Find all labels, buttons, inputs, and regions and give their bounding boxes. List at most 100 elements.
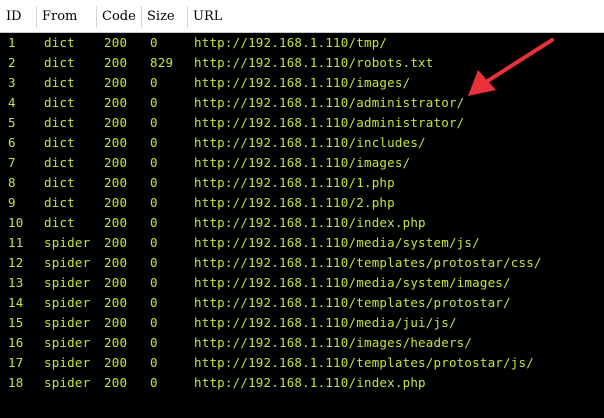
cell-code: 200	[104, 335, 128, 350]
table-header: ID From Code Size URL	[0, 0, 604, 33]
column-header-id[interactable]: ID	[0, 0, 36, 32]
column-header-url[interactable]: URL	[187, 0, 604, 32]
cell-size: 0	[150, 295, 158, 310]
cell-from: dict	[44, 155, 75, 170]
cell-url: http://192.168.1.110/index.php	[194, 215, 426, 230]
cell-id: 1	[8, 35, 16, 50]
cell-from: spider	[44, 295, 91, 310]
cell-size: 0	[150, 135, 158, 150]
table-row[interactable]: 1 dict 200 0 http://192.168.1.110/tmp/	[0, 33, 604, 53]
cell-from: spider	[44, 335, 91, 350]
cell-url: http://192.168.1.110/administrator/	[194, 115, 465, 130]
cell-code: 200	[104, 275, 128, 290]
cell-from: dict	[44, 75, 75, 90]
cell-size: 0	[150, 375, 158, 390]
cell-id: 6	[8, 135, 16, 150]
cell-from: spider	[44, 375, 91, 390]
cell-url: http://192.168.1.110/templates/protostar…	[194, 355, 534, 370]
cell-from: spider	[44, 315, 91, 330]
table-row[interactable]: 17 spider 200 0 http://192.168.1.110/templat…	[0, 353, 604, 373]
cell-url: http://192.168.1.110/1.php	[194, 175, 395, 190]
cell-code: 200	[104, 115, 128, 130]
cell-url: http://192.168.1.110/media/system/js/	[194, 235, 480, 250]
cell-code: 200	[104, 95, 128, 110]
cell-from: spider	[44, 255, 91, 270]
table-row[interactable]: 4 dict 200 0 http://192.168.1.110/administra…	[0, 93, 604, 113]
cell-code: 200	[104, 295, 128, 310]
cell-code: 200	[104, 315, 128, 330]
cell-id: 5	[8, 115, 16, 130]
cell-from: spider	[44, 355, 91, 370]
cell-id: 9	[8, 195, 16, 210]
cell-url: http://192.168.1.110/media/system/images…	[194, 275, 511, 290]
cell-code: 200	[104, 215, 128, 230]
cell-code: 200	[104, 375, 128, 390]
cell-size: 0	[150, 75, 158, 90]
cell-code: 200	[104, 355, 128, 370]
cell-from: dict	[44, 175, 75, 190]
cell-id: 8	[8, 175, 16, 190]
table-row[interactable]: 10 dict 200 0 http://192.168.1.110/index.php	[0, 213, 604, 233]
cell-id: 3	[8, 75, 16, 90]
cell-size: 0	[150, 155, 158, 170]
cell-size: 0	[150, 235, 158, 250]
cell-id: 13	[8, 275, 24, 290]
table-row[interactable]: 16 spider 200 0 http://192.168.1.110/images/…	[0, 333, 604, 353]
cell-url: http://192.168.1.110/media/jui/js/	[194, 315, 457, 330]
cell-from: dict	[44, 95, 75, 110]
cell-id: 18	[8, 375, 24, 390]
table-row[interactable]: 15 spider 200 0 http://192.168.1.110/media/j…	[0, 313, 604, 333]
scan-results-window: ID From Code Size URL 1 dict 200 0 http://19…	[0, 0, 604, 418]
cell-size: 0	[150, 175, 158, 190]
cell-url: http://192.168.1.110/robots.txt	[194, 55, 434, 70]
table-row[interactable]: 8 dict 200 0 http://192.168.1.110/1.php	[0, 173, 604, 193]
cell-url: http://192.168.1.110/2.php	[194, 195, 395, 210]
cell-url: http://192.168.1.110/images/	[194, 75, 411, 90]
table-row[interactable]: 9 dict 200 0 http://192.168.1.110/2.php	[0, 193, 604, 213]
cell-from: spider	[44, 235, 91, 250]
cell-id: 11	[8, 235, 24, 250]
cell-code: 200	[104, 235, 128, 250]
cell-url: http://192.168.1.110/templates/protostar…	[194, 255, 542, 270]
cell-url: http://192.168.1.110/templates/protostar…	[194, 295, 511, 310]
cell-size: 0	[150, 195, 158, 210]
table-row[interactable]: 5 dict 200 0 http://192.168.1.110/administra…	[0, 113, 604, 133]
cell-size: 0	[150, 95, 158, 110]
cell-size: 0	[150, 275, 158, 290]
cell-url: http://192.168.1.110/images/headers/	[194, 335, 473, 350]
cell-url: http://192.168.1.110/images/	[194, 155, 411, 170]
column-header-size[interactable]: Size	[141, 0, 187, 32]
cell-size: 0	[150, 335, 158, 350]
cell-url: http://192.168.1.110/tmp/	[194, 35, 388, 50]
table-row[interactable]: 2 dict 200 829 http://192.168.1.110/robots.t…	[0, 53, 604, 73]
table-row[interactable]: 12 spider 200 0 http://192.168.1.110/templat…	[0, 253, 604, 273]
table-row[interactable]: 7 dict 200 0 http://192.168.1.110/images/	[0, 153, 604, 173]
cell-from: dict	[44, 55, 75, 70]
cell-size: 829	[150, 55, 174, 70]
cell-from: dict	[44, 135, 75, 150]
column-header-from[interactable]: From	[36, 0, 96, 32]
cell-id: 15	[8, 315, 24, 330]
table-row[interactable]: 3 dict 200 0 http://192.168.1.110/images/	[0, 73, 604, 93]
cell-code: 200	[104, 135, 128, 150]
cell-size: 0	[150, 315, 158, 330]
cell-id: 16	[8, 335, 24, 350]
table-row[interactable]: 14 spider 200 0 http://192.168.1.110/templat…	[0, 293, 604, 313]
cell-id: 17	[8, 355, 24, 370]
table-row[interactable]: 13 spider 200 0 http://192.168.1.110/media/s…	[0, 273, 604, 293]
table-row[interactable]: 18 spider 200 0 http://192.168.1.110/index.p…	[0, 373, 604, 393]
table-row[interactable]: 6 dict 200 0 http://192.168.1.110/includes/	[0, 133, 604, 153]
cell-size: 0	[150, 355, 158, 370]
cell-id: 4	[8, 95, 16, 110]
cell-from: dict	[44, 35, 75, 50]
cell-size: 0	[150, 35, 158, 50]
cell-id: 14	[8, 295, 24, 310]
cell-code: 200	[104, 175, 128, 190]
cell-code: 200	[104, 155, 128, 170]
cell-from: dict	[44, 195, 75, 210]
cell-url: http://192.168.1.110/index.php	[194, 375, 426, 390]
cell-id: 12	[8, 255, 24, 270]
column-header-code[interactable]: Code	[96, 0, 141, 32]
table-row[interactable]: 11 spider 200 0 http://192.168.1.110/media/s…	[0, 233, 604, 253]
cell-from: dict	[44, 215, 75, 230]
